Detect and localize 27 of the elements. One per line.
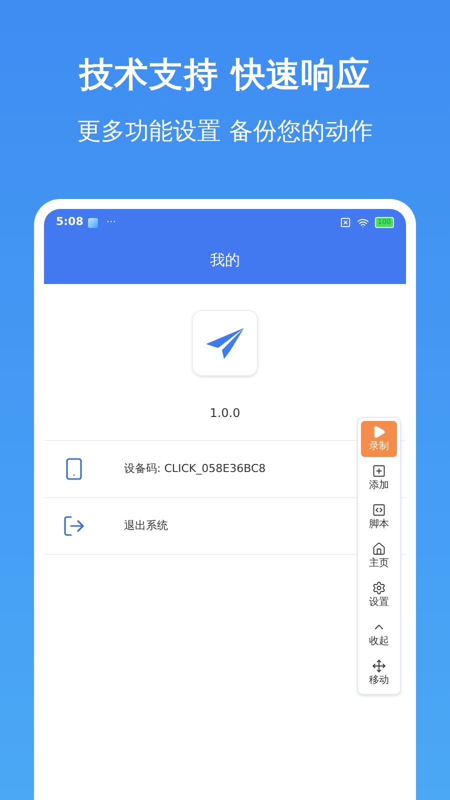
toolbar-button[interactable]: 脚本: [361, 499, 397, 535]
version-text: 1.0.0: [210, 405, 240, 422]
menu-label: 退出系统: [124, 518, 168, 534]
page-title: 我的: [210, 250, 240, 271]
logout-icon: [62, 514, 86, 538]
plus-icon: [372, 464, 386, 478]
menu-item[interactable]: 设备码: CLICK_058E36BC8: [44, 441, 344, 497]
clock: 5:08: [56, 214, 84, 230]
sim-icon: [340, 217, 351, 228]
home-icon: [372, 542, 386, 556]
toolbar-button[interactable]: 收起: [361, 616, 397, 652]
play-icon: [372, 425, 386, 439]
headline: 技术支持 快速响应: [79, 54, 371, 97]
move-icon: [372, 659, 386, 673]
paper-plane-icon: [204, 326, 246, 360]
toolbar-button[interactable]: 移动: [361, 655, 397, 691]
code-icon: [372, 503, 386, 517]
settings-icon: [372, 581, 386, 595]
wifi-icon: [356, 216, 369, 228]
more-dots: ···: [106, 216, 116, 230]
menu-item[interactable]: 退出系统: [44, 498, 344, 554]
menu-label: 设备码: CLICK_058E36BC8: [124, 460, 266, 477]
toolbar-button[interactable]: 主页: [361, 538, 397, 574]
app-notification-icon: [88, 218, 98, 228]
toolbar-button[interactable]: 设置: [361, 577, 397, 613]
toolbar-button[interactable]: 添加: [361, 460, 397, 496]
subheadline: 更多功能设置 备份您的动作: [77, 116, 373, 147]
